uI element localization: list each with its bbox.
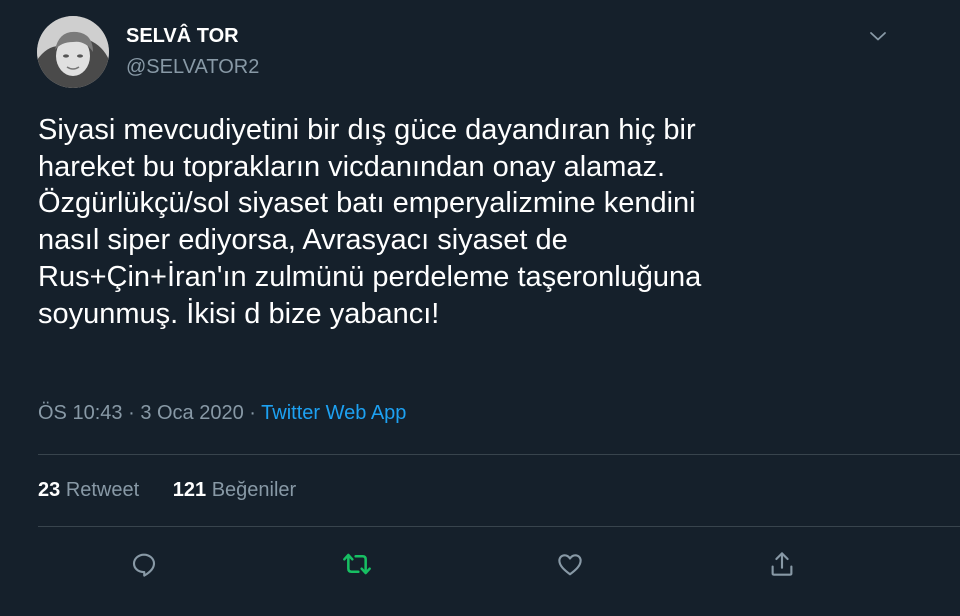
tweet-text: Siyasi mevcudiyetini bir dış güce dayand… [38,112,898,332]
likes-count: 121 [172,479,207,501]
author-name[interactable]: SELVÂ TOR [126,25,239,48]
likes-label: Beğeniler [211,479,297,501]
divider [38,454,960,455]
avatar-image [37,16,109,88]
tweet-text-line: Özgürlükçü/sol siyaset batı emperyalizmi… [38,187,696,220]
meta-separator: · [128,402,135,424]
tweet: SELVÂ TOR @SELVATOR2 Siyasi mevcudiyetin… [0,0,960,616]
tweet-stats: 23 Retweet 121 Beğeniler [38,479,296,502]
tweet-text-line: nasıl siper ediyorsa, Avrasyacı siyaset … [38,224,568,257]
chevron-down-icon[interactable] [866,24,890,48]
share-icon [771,552,793,576]
reply-icon [132,553,156,577]
retweets-label: Retweet [65,479,140,501]
retweet-button[interactable] [339,546,375,582]
like-icon [558,554,582,576]
tweet-text-line: Siyasi mevcudiyetini bir dış güce dayand… [38,114,696,146]
meta-separator: · [249,402,256,424]
divider [38,526,960,527]
retweets-count: 23 [38,479,61,501]
tweet-date[interactable]: 3 Oca 2020 [140,402,243,424]
retweets-stat[interactable]: 23 Retweet [38,479,139,502]
tweet-text-line: soyunmuş. İkisi d bize yabancı! [38,297,440,330]
tweet-source-link[interactable]: Twitter Web App [261,402,406,424]
author-handle[interactable]: @SELVATOR2 [126,56,259,79]
reply-button[interactable] [126,546,162,582]
like-button[interactable] [552,546,588,582]
share-button[interactable] [764,546,800,582]
tweet-text-line: hareket bu toprakların vicdanından onay … [38,150,666,183]
avatar[interactable] [37,16,109,88]
retweet-icon [343,553,371,575]
tweet-text-line: Rus+Çin+İran'ın zulmünü perdeleme taşero… [38,260,702,293]
tweet-meta: ÖS 10:43 · 3 Oca 2020 · Twitter Web App [38,402,406,425]
likes-stat[interactable]: 121 Beğeniler [173,479,296,502]
tweet-time[interactable]: ÖS 10:43 [38,402,123,424]
